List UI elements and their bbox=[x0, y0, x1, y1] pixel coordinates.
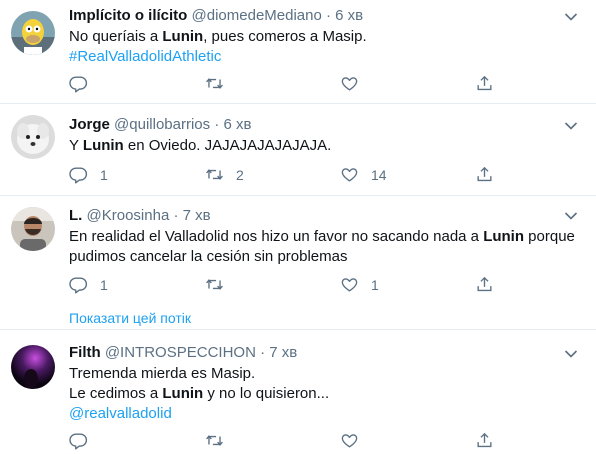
tweet-line: pudimos cancelar la cesión sin problemas bbox=[69, 248, 348, 265]
tweet-header: Implícito o ilícito @diomedeMediano · 6 … bbox=[69, 7, 363, 24]
reply-button[interactable] bbox=[69, 74, 100, 93]
tweet-actions: 1 2 14 bbox=[69, 165, 489, 185]
avatar[interactable] bbox=[11, 207, 55, 251]
share-icon bbox=[475, 165, 494, 184]
avatar[interactable] bbox=[11, 11, 55, 55]
show-thread-link[interactable]: Показати цей потік bbox=[69, 310, 191, 326]
share-button[interactable] bbox=[475, 74, 494, 93]
hashtag-link[interactable]: #RealValladolidAthletic bbox=[69, 47, 367, 67]
retweet-icon bbox=[205, 74, 224, 93]
avatar[interactable] bbox=[11, 345, 55, 389]
tweet-text: No queríais a Lunin, pues comeros a Masi… bbox=[69, 27, 367, 67]
separator-dot: · bbox=[173, 207, 179, 224]
reply-icon bbox=[69, 431, 88, 450]
tweet-header: Jorge @quillobarrios · 6 хв bbox=[69, 116, 251, 133]
display-name[interactable]: Jorge bbox=[69, 116, 110, 133]
user-handle[interactable]: @quillobarrios bbox=[114, 116, 210, 133]
retweet-icon bbox=[205, 275, 224, 294]
timestamp[interactable]: 7 хв bbox=[269, 344, 297, 361]
retweet-button[interactable]: 2 bbox=[205, 165, 244, 184]
tweet-line: En realidad el Valladolid nos hizo un fa… bbox=[69, 228, 575, 245]
tweet-text: En realidad el Valladolid nos hizo un fa… bbox=[69, 227, 575, 267]
reply-icon bbox=[69, 275, 88, 294]
tweet-feed: Implícito o ilícito @diomedeMediano · 6 … bbox=[0, 0, 596, 454]
display-name[interactable]: L. bbox=[69, 207, 82, 224]
user-handle[interactable]: @diomedeMediano bbox=[192, 7, 322, 24]
tweet-line: Y Lunin en Oviedo. JAJAJAJAJAJAJA. bbox=[69, 137, 332, 154]
share-icon bbox=[475, 275, 494, 294]
tweet-header: Filth @INTROSPECCIHON · 7 хв bbox=[69, 344, 297, 361]
tweet-line: No queríais a Lunin, pues comeros a Masi… bbox=[69, 28, 367, 45]
separator-dot: · bbox=[326, 7, 331, 24]
like-button[interactable]: 14 bbox=[340, 165, 387, 184]
tweet-header: L. @Kroosinha · 7 хв bbox=[69, 207, 211, 224]
reply-icon bbox=[69, 165, 88, 184]
tweet-card[interactable]: Implícito o ilícito @diomedeMediano · 6 … bbox=[0, 0, 596, 104]
retweet-button[interactable] bbox=[205, 275, 236, 294]
retweet-button[interactable] bbox=[205, 431, 236, 450]
display-name[interactable]: Implícito o ilícito bbox=[69, 7, 187, 24]
timestamp[interactable]: 6 хв bbox=[223, 116, 251, 133]
reply-button[interactable]: 1 bbox=[69, 275, 108, 294]
retweet-button[interactable] bbox=[205, 74, 236, 93]
mention-link[interactable]: @realvalladolid bbox=[69, 404, 329, 424]
avatar[interactable] bbox=[11, 115, 55, 159]
separator-dot: · bbox=[260, 344, 266, 361]
tweet-actions bbox=[69, 431, 489, 451]
tweet-card[interactable]: Filth @INTROSPECCIHON · 7 хв Tremenda mi… bbox=[0, 335, 596, 454]
chevron-down-icon[interactable] bbox=[564, 349, 578, 359]
share-button[interactable] bbox=[475, 431, 494, 450]
tweet-text: Tremenda mierda es Masip. Le cedimos a L… bbox=[69, 364, 329, 424]
reply-icon bbox=[69, 74, 88, 93]
share-button[interactable] bbox=[475, 275, 494, 294]
like-button[interactable] bbox=[340, 431, 371, 450]
share-icon bbox=[475, 431, 494, 450]
tweet-card[interactable]: Jorge @quillobarrios · 6 хв Y Lunin en O… bbox=[0, 103, 596, 196]
tweet-line: Tremenda mierda es Masip. bbox=[69, 365, 256, 382]
timestamp[interactable]: 6 хв bbox=[335, 7, 363, 24]
tweet-text: Y Lunin en Oviedo. JAJAJAJAJAJAJA. bbox=[69, 136, 331, 156]
tweet-line: Le cedimos a Lunin y no lo quisieron... bbox=[69, 385, 330, 402]
user-handle[interactable]: @Kroosinha bbox=[87, 207, 170, 224]
reply-button[interactable] bbox=[69, 431, 100, 450]
retweet-icon bbox=[205, 165, 224, 184]
like-button[interactable] bbox=[340, 74, 371, 93]
chevron-down-icon[interactable] bbox=[564, 211, 578, 221]
chevron-down-icon[interactable] bbox=[564, 12, 578, 22]
like-icon bbox=[340, 165, 359, 184]
share-button[interactable] bbox=[475, 165, 494, 184]
separator-dot: · bbox=[214, 116, 220, 133]
share-icon bbox=[475, 74, 494, 93]
user-handle[interactable]: @INTROSPECCIHON bbox=[105, 344, 256, 361]
like-button[interactable]: 1 bbox=[340, 275, 379, 294]
display-name[interactable]: Filth bbox=[69, 344, 101, 361]
reply-button[interactable]: 1 bbox=[69, 165, 108, 184]
like-icon bbox=[340, 74, 359, 93]
like-icon bbox=[340, 431, 359, 450]
timestamp[interactable]: 7 хв bbox=[183, 207, 211, 224]
tweet-actions: 1 1 bbox=[69, 275, 489, 295]
like-icon bbox=[340, 275, 359, 294]
retweet-icon bbox=[205, 431, 224, 450]
chevron-down-icon[interactable] bbox=[564, 121, 578, 131]
tweet-actions bbox=[69, 74, 489, 94]
